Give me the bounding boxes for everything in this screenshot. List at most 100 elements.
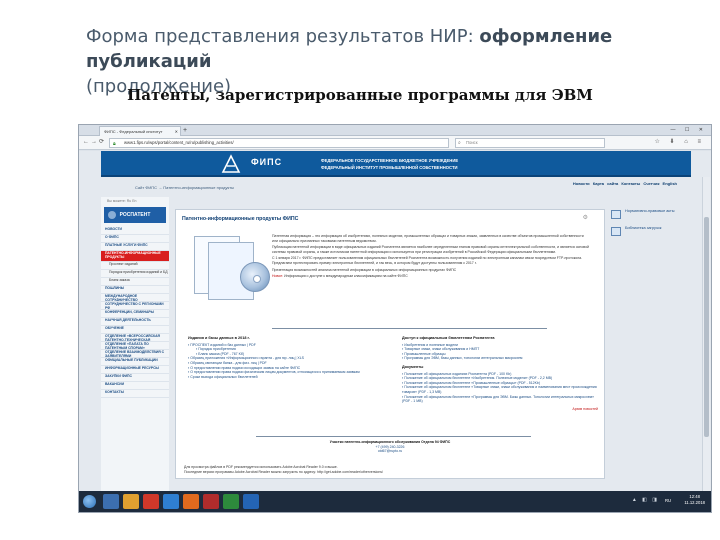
sidebar-item[interactable]: МЕЖДУНАРОДНОЕ СОТРУДНИЧЕСТВО bbox=[101, 294, 169, 302]
documents-list: Положение об официальных изданиях Роспат… bbox=[402, 372, 598, 404]
content-panel: Патентно-информационные продукты ФИПС ⚙ … bbox=[175, 209, 605, 479]
tray-icons[interactable]: ▲ ◧ ◨ bbox=[632, 497, 659, 503]
sidebar-item[interactable]: ПОШЛИНЫ bbox=[101, 286, 169, 294]
divider bbox=[272, 328, 547, 329]
address-bar[interactable]: 🔒︎ www1.fips.ru/wps/portal/content_ru/ru… bbox=[109, 138, 449, 148]
browser-tab-bar: ФИПС - Федеральный институт ✕ + — ☐ ✕ bbox=[79, 125, 711, 136]
bulletins-heading: Доступ к официальным бюллетеням Роспатен… bbox=[402, 336, 495, 340]
sidebar-item[interactable]: ОТДЕЛЕНИЕ «ВСЕРОССИЙСКАЯ ПАТЕНТНО-ТЕХНИЧ… bbox=[101, 334, 169, 342]
address-bar-url: www1.fips.ru/wps/portal/content_ru/ru/pu… bbox=[124, 140, 234, 145]
bulletin-link[interactable]: Программы для ЭВМ, базы данных, топологи… bbox=[402, 356, 598, 361]
panel-title: Патентно-информационные продукты ФИПС bbox=[182, 216, 299, 222]
sidebar-item[interactable]: О ФИПС bbox=[101, 235, 169, 243]
editions-heading: Издания и базы данных в 2018 г. bbox=[188, 336, 250, 340]
lock-icon: 🔒︎ bbox=[113, 141, 116, 147]
promo-image bbox=[188, 232, 270, 302]
sidebar-item[interactable]: Порядок приобретения изданий и БД bbox=[101, 270, 169, 278]
site-sidebar: Вы можете: Ru En РОСПАТЕНТ НОВОСТИ О ФИПС… bbox=[101, 197, 169, 493]
breadcrumb[interactable]: Сайт ФИПС → Патентно-информационные прод… bbox=[135, 185, 234, 190]
sidebar-item[interactable]: ЗАКУПКИ ФИПС bbox=[101, 374, 169, 382]
editions-link[interactable]: Сроки выхода официальных бюллетеней bbox=[188, 375, 388, 380]
taskbar-app-icon[interactable] bbox=[223, 494, 239, 509]
sidebar-item[interactable]: КОНТАКТЫ bbox=[101, 390, 169, 398]
scrollbar-thumb[interactable] bbox=[704, 217, 709, 437]
tab-close-icon[interactable]: ✕ bbox=[175, 127, 178, 136]
right-link-label: Нормативно-правовые акты bbox=[625, 209, 675, 213]
footnote: Для просмотра файлов в PDF рекомендуется… bbox=[184, 465, 338, 469]
right-link[interactable]: Библиотека загрузок bbox=[611, 226, 689, 239]
search-icon: ⌕ bbox=[458, 140, 461, 146]
footnote: Последние версии программы Adobe Acrobat… bbox=[184, 470, 384, 474]
intro-paragraph: Публикация патентной информации в виде о… bbox=[272, 245, 590, 254]
clock[interactable]: 12:48 11.12.2018 bbox=[684, 494, 705, 506]
sidebar-item[interactable]: ВАКАНСИИ bbox=[101, 382, 169, 390]
sidebar-item[interactable]: НАУЧНАЯ ДЕЯТЕЛЬНОСТЬ bbox=[101, 318, 169, 326]
bulletins-list: Изобретения и полезные моделиТоварные зн… bbox=[402, 343, 598, 361]
divider bbox=[256, 436, 531, 437]
sidebar-menu: НОВОСТИ О ФИПС ПЛАТНЫЕ УСЛУГИ ФИПС ПАТЕНТНО… bbox=[101, 227, 169, 398]
bulletins-column: Доступ к официальным бюллетеням Роспатен… bbox=[402, 336, 598, 411]
sidebar-item[interactable]: КОНФЕРЕНЦИИ, СЕМИНАРЫ bbox=[101, 310, 169, 318]
taskbar-app-icon[interactable] bbox=[143, 494, 159, 509]
window-controls-icon[interactable]: — ☐ ✕ bbox=[671, 125, 707, 135]
editions-column: Издания и базы данных в 2018 г. ПРОСПЕКТ… bbox=[188, 336, 388, 379]
intro-paragraph: С 1 января 2017 г. ФИПС предоставляет по… bbox=[272, 256, 583, 265]
right-links-column: Нормативно-правовые акты Библиотека загру… bbox=[611, 209, 689, 243]
taskbar-app-icon[interactable] bbox=[103, 494, 119, 509]
editions-list: ПРОСПЕКТ изданий и баз данных | PDFПоряд… bbox=[188, 343, 388, 380]
sidebar-item[interactable]: ОФИЦИАЛЬНЫЕ ПУБЛИКАЦИИ bbox=[101, 358, 169, 366]
search-placeholder: Поиск bbox=[466, 140, 478, 145]
rospatent-button[interactable]: РОСПАТЕНТ bbox=[104, 207, 166, 223]
browser-screenshot: ФИПС - Федеральный институт ✕ + — ☐ ✕ ← … bbox=[78, 124, 712, 513]
browser-nav-bar: ← → ⟳ 🔒︎ www1.fips.ru/wps/portal/content… bbox=[79, 136, 711, 150]
new-tab-icon[interactable]: + bbox=[183, 126, 187, 135]
sidebar-item[interactable]: Бланк заказа bbox=[101, 278, 169, 286]
sidebar-item[interactable]: Проспект изданий bbox=[101, 262, 169, 270]
site-name: ФИПС bbox=[251, 157, 283, 167]
language-indicator[interactable]: RU bbox=[665, 498, 671, 503]
word-icon[interactable] bbox=[243, 494, 259, 509]
intro-text: Патентная информация – это информация об… bbox=[272, 234, 590, 281]
settings-icon[interactable]: ⚙ bbox=[583, 214, 588, 221]
sidebar-item[interactable]: СОТРУДНИЧЕСТВО С РЕГИОНАМИ РФ bbox=[101, 302, 169, 310]
tab-label: ФИПС - Федеральный институт bbox=[104, 129, 163, 134]
news-archive-link[interactable]: Архив новостей bbox=[402, 407, 598, 412]
disc-icon bbox=[240, 262, 270, 292]
taskbar-app-icon[interactable] bbox=[163, 494, 179, 509]
site-top-nav[interactable]: Новости Карта сайта Контакты Счетчик Eng… bbox=[573, 181, 677, 186]
sidebar-item[interactable]: ОТДЕЛЕНИЕ ВЗАИМОДЕЙСТВИЯ С ЗАЯВИТЕЛЯМИ bbox=[101, 350, 169, 358]
link-icon bbox=[611, 227, 621, 236]
forward-icon[interactable]: → bbox=[91, 138, 97, 147]
search-input[interactable]: ⌕ Поиск bbox=[455, 138, 605, 148]
right-link[interactable]: Нормативно-правовые акты bbox=[611, 209, 689, 222]
sidebar-item[interactable]: ИНФОРМАЦИОННЫЕ РЕСУРСЫ bbox=[101, 366, 169, 374]
intro-paragraph: Патентная информация – это информация об… bbox=[272, 234, 584, 243]
contact-email[interactable]: otd67@rupto.ru bbox=[176, 449, 604, 454]
sidebar-item[interactable]: ПЛАТНЫЕ УСЛУГИ ФИПС bbox=[101, 243, 169, 251]
sidebar-item[interactable]: ОБУЧЕНИЕ bbox=[101, 326, 169, 334]
sidebar-item[interactable]: НОВОСТИ bbox=[101, 227, 169, 235]
site-header: ФИПС ФЕДЕРАЛЬНОЕ ГОСУДАРСТВЕННОЕ БЮДЖЕТН… bbox=[101, 151, 691, 177]
pdf-icon[interactable] bbox=[203, 494, 219, 509]
back-icon[interactable]: ← bbox=[83, 138, 89, 147]
sidebar-item[interactable]: ОТДЕЛЕНИЕ «ПАЛАТА ПО ПАТЕНТНЫМ СПОРАМ» bbox=[101, 342, 169, 350]
slide-title-plain: Форма представления результатов НИР: bbox=[86, 26, 480, 47]
start-button-icon[interactable] bbox=[83, 495, 96, 508]
document-link[interactable]: Положение об официальном бюллетене «Прог… bbox=[402, 395, 598, 404]
intro-paragraph: Презентация возможностей анализа патентн… bbox=[272, 267, 457, 272]
page-scrollbar[interactable] bbox=[702, 177, 710, 493]
site-full-name-line2: ФЕДЕРАЛЬНЫЙ ИНСТИТУТ ПРОМЫШЛЕННОЙ СОБСТВ… bbox=[321, 165, 458, 170]
news-label: Новое: bbox=[272, 274, 284, 279]
news-link[interactable]: Информация о доступе к международным кла… bbox=[284, 274, 408, 278]
clock-date: 11.12.2018 bbox=[684, 500, 705, 505]
sidebar-item[interactable]: ПАТЕНТНО-ИНФОРМАЦИОННЫЕ ПРОДУКТЫ bbox=[101, 251, 169, 262]
folder-icon[interactable] bbox=[123, 494, 139, 509]
reload-icon[interactable]: ⟳ bbox=[99, 138, 104, 147]
firefox-icon[interactable] bbox=[183, 494, 199, 509]
document-link[interactable]: Положение об официальном бюллетене «Това… bbox=[402, 385, 598, 394]
toolbar-icons[interactable]: ☆ ⬇ ⌂ ≡ bbox=[654, 138, 705, 147]
documents-heading: Документы bbox=[402, 364, 424, 369]
site-full-name-line1: ФЕДЕРАЛЬНОЕ ГОСУДАРСТВЕННОЕ БЮДЖЕТНОЕ УЧ… bbox=[321, 158, 459, 163]
language-switch[interactable]: Вы можете: Ru En bbox=[107, 199, 137, 203]
browser-tab[interactable]: ФИПС - Федеральный институт ✕ bbox=[99, 126, 181, 136]
